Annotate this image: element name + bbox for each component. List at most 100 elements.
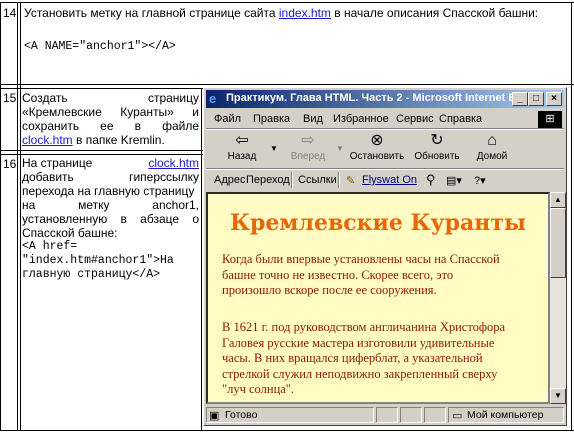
row-16-instruction: На странице clock.htm добавить гиперссыл… — [22, 156, 199, 282]
status-text: Готово — [225, 409, 258, 421]
menu-help[interactable]: Справка — [439, 113, 482, 125]
forward-arrow-icon: ⇨ — [301, 132, 315, 149]
row-number: 14 — [3, 6, 17, 20]
text-line: Галовея русские мастера изготовили удиви… — [222, 335, 495, 350]
instruction-text-after: в начале описания Спасской башни: — [330, 6, 539, 20]
instruction-line: Создать страницу — [22, 91, 199, 105]
forward-label: Вперед — [290, 151, 326, 162]
scroll-thumb[interactable] — [550, 208, 566, 278]
menu-view[interactable]: Вид — [303, 113, 323, 125]
minimize-button[interactable]: _ — [512, 92, 528, 106]
scroll-up-button[interactable]: ▲ — [550, 192, 566, 208]
address-label[interactable]: Адрес — [214, 174, 246, 186]
go-button[interactable]: Переход — [246, 174, 290, 186]
stop-icon: ⊗ — [370, 132, 384, 149]
row-divider — [0, 88, 203, 89]
zone-pane: ▭ Мой компьютер — [448, 407, 564, 423]
status-bar: ▣ Готово ▭ Мой компьютер — [206, 406, 564, 424]
table-top-border — [0, 2, 574, 3]
text-line: Когда были впервые установлены часы на С… — [222, 252, 500, 266]
row-15-instruction: Создать страницу «Кремлевские Куранты» и… — [22, 91, 199, 147]
page-heading: Кремлевские Куранты — [229, 210, 527, 236]
instruction-line: добавить гиперссылку — [22, 170, 199, 184]
code-line: <A href= — [22, 240, 78, 253]
help-icon[interactable]: ?▾ — [474, 174, 486, 187]
close-button[interactable]: × — [546, 92, 562, 106]
search-icon[interactable]: ⚲ — [426, 172, 436, 188]
paragraph-2: В 1621 г. под руководством англичанина Х… — [222, 320, 542, 398]
back-dropdown-icon[interactable]: ▼ — [270, 144, 278, 153]
status-pane: ▣ Готово — [206, 407, 374, 423]
number-column-divider — [17, 2, 18, 430]
scroll-down-button[interactable]: ▼ — [550, 388, 566, 404]
number-column-divider — [20, 2, 21, 430]
instruction-line: clock.htm в папке Kremlin. — [22, 133, 199, 147]
clock-htm-link[interactable]: clock.htm — [148, 156, 199, 170]
maximize-button[interactable]: □ — [528, 92, 544, 106]
window-title: Практикум. Глава HTML. Часть 2 - Microso… — [226, 92, 532, 104]
text-line: часы. В них вращался циферблат, а указат… — [222, 351, 483, 365]
stop-button[interactable]: ⊗ Остановить — [346, 131, 408, 162]
home-icon: ⌂ — [487, 132, 497, 149]
column-divider — [201, 88, 202, 430]
table-right-border — [571, 2, 572, 430]
back-label: Назад — [227, 151, 257, 162]
forward-button[interactable]: ⇨ Вперед — [282, 131, 334, 162]
table-bottom-border — [0, 430, 574, 431]
windows-logo-icon: ⊞ — [538, 111, 562, 128]
refresh-icon: ↻ — [430, 132, 444, 149]
row-divider — [0, 154, 203, 155]
menu-edit[interactable]: Правка — [253, 113, 290, 125]
instruction-text: Установить метку на главной странице сай… — [24, 6, 276, 20]
text-line: "луч солнца". — [222, 382, 295, 396]
address-links-bar: Адрес Переход Ссылки ✎ Flyswat On ⚲ ▤▾ ?… — [206, 170, 564, 190]
bar-divider — [338, 172, 340, 188]
zone-text: Мой компьютер — [467, 409, 544, 421]
standard-toolbar: ⇦ Назад ▼ ⇨ Вперед ▼ ⊗ Остановить ↻ Обно… — [206, 130, 564, 168]
instruction-text: На странице — [22, 156, 93, 170]
instruction-text-after: в папке Kremlin. — [72, 133, 165, 147]
stop-label: Остановить — [349, 151, 405, 162]
refresh-button[interactable]: ↻ Обновить — [412, 131, 462, 162]
paragraph-1: Когда были впервые установлены часы на С… — [222, 252, 542, 299]
instruction-line: сохранить ее в файле — [22, 119, 199, 133]
menu-tools[interactable]: Сервис — [396, 113, 434, 125]
status-pane — [424, 407, 446, 423]
instruction-line: установленную в абзаце о — [22, 212, 199, 226]
browser-window: e Практикум. Глава HTML. Часть 2 - Micro… — [203, 87, 567, 426]
status-pane — [376, 407, 398, 423]
table-left-border — [0, 2, 1, 430]
my-computer-icon: ▭ — [452, 410, 463, 422]
text-line: стрелкой служил неподвижно закрепленный … — [222, 366, 498, 381]
instruction-line: перехода на главную страницу — [22, 184, 195, 198]
menu-favorites[interactable]: Избранное — [333, 113, 389, 125]
row-14-instruction: Установить метку на главной странице сай… — [24, 6, 569, 20]
home-button[interactable]: ⌂ Домой — [470, 131, 514, 162]
row-divider — [0, 150, 203, 151]
links-label[interactable]: Ссылки — [298, 174, 337, 186]
vertical-scrollbar[interactable]: ▲ ▼ — [550, 192, 566, 404]
anchor-code: <A NAME="anchor1"></A> — [24, 40, 176, 53]
menu-file[interactable]: Файл — [214, 113, 241, 125]
instruction-line: На странице clock.htm — [22, 156, 199, 170]
index-htm-link[interactable]: index.htm — [279, 6, 331, 20]
back-arrow-icon: ⇦ — [235, 132, 249, 149]
clock-htm-link[interactable]: clock.htm — [22, 133, 73, 147]
back-button[interactable]: ⇦ Назад — [216, 131, 268, 162]
text-line: башне точно не известно. Скорее всего, э… — [222, 267, 454, 282]
flyswat-toggle[interactable]: Flyswat On — [362, 174, 417, 186]
text-line: В 1621 г. под руководством англичанина Х… — [222, 320, 506, 334]
code-line: "index.htm#anchor1">На — [22, 254, 174, 267]
title-bar[interactable]: e Практикум. Глава HTML. Часть 2 - Micro… — [206, 90, 564, 108]
page-content: Кремлевские Куранты Когда были впервые у… — [206, 192, 550, 404]
home-label: Домой — [476, 151, 508, 162]
instruction-line: «Кремлевские Куранты» и — [22, 105, 199, 119]
flyswat-icon[interactable]: ✎ — [346, 174, 355, 187]
forward-dropdown-icon[interactable]: ▼ — [336, 144, 344, 153]
instruction-line: Спасской башне: — [22, 226, 118, 240]
instruction-line: на метку anchor1, — [22, 198, 199, 212]
status-pane — [400, 407, 422, 423]
refresh-label: Обновить — [414, 151, 460, 162]
text-line: произошло вскоре после ее сооружения. — [222, 283, 437, 297]
page-options-icon[interactable]: ▤▾ — [446, 174, 462, 187]
